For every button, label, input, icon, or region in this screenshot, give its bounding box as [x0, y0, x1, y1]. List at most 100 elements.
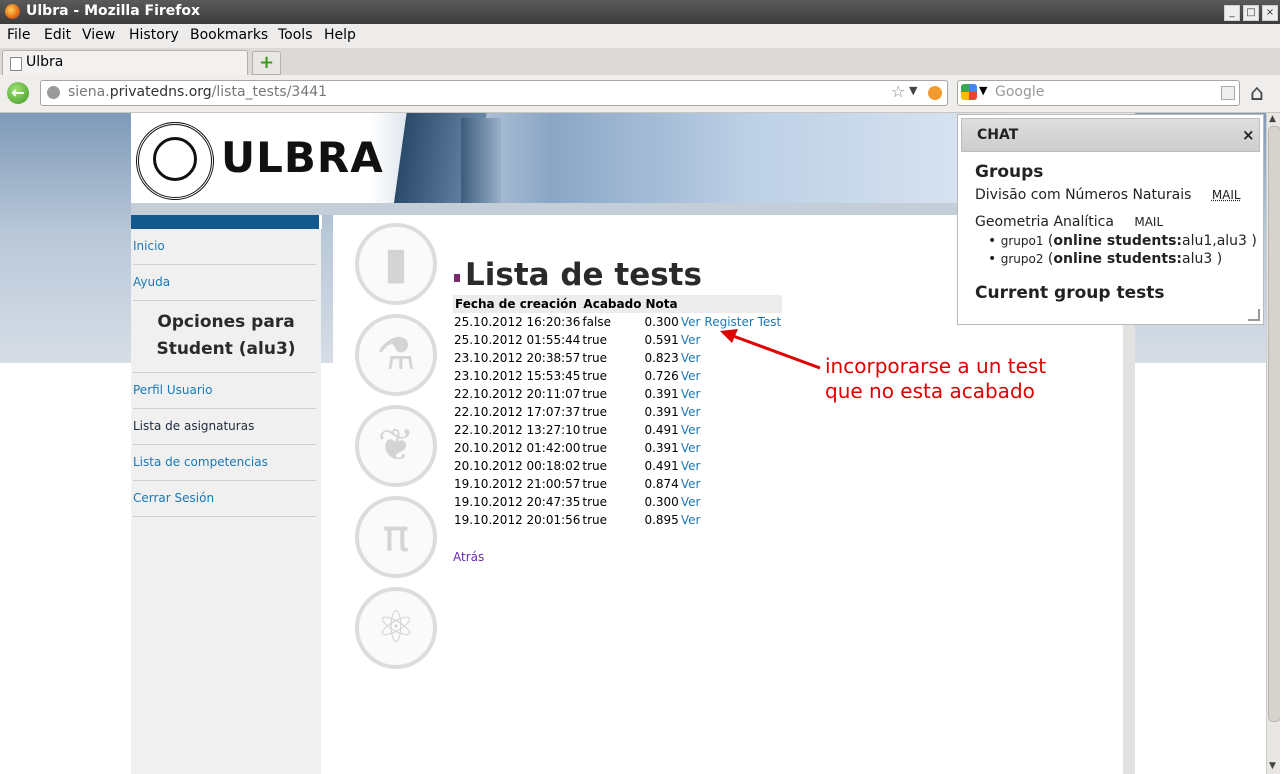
maximize-icon[interactable]: □	[1243, 5, 1259, 21]
menu-file[interactable]: File	[7, 27, 30, 43]
cell-actions: Ver	[680, 385, 782, 403]
cell-fecha: 23.10.2012 20:38:57	[454, 351, 581, 365]
col-fecha: Fecha de creación	[453, 295, 582, 313]
menu-help[interactable]: Help	[324, 27, 356, 43]
scrollbar-thumb[interactable]	[1268, 126, 1280, 722]
cell-nota: 0.491	[644, 459, 679, 473]
back-link[interactable]: Atrás	[453, 550, 484, 564]
chat-subgroup-2-status: online students:	[1053, 251, 1183, 267]
cell-actions: Ver	[680, 439, 782, 457]
sidebar-item-competencias[interactable]: Lista de competencias	[133, 445, 316, 481]
cell-nota: 0.391	[644, 441, 679, 455]
ver-link[interactable]: Ver	[681, 315, 701, 329]
vertical-scrollbar[interactable]: ▲ ▼	[1266, 113, 1280, 774]
cell-fecha: 20.10.2012 00:18:02	[454, 459, 581, 473]
menu-bookmarks[interactable]: Bookmarks	[190, 27, 268, 43]
cell-acabado: true	[582, 387, 608, 401]
cell-actions: Ver	[680, 475, 782, 493]
home-icon[interactable]: ⌂	[1250, 81, 1264, 106]
sidebar-section-line1: Opciones para	[157, 312, 295, 332]
chat-group-1-mail[interactable]: MAIL	[1212, 188, 1241, 202]
chat-group-2-name[interactable]: Geometria Analítica	[975, 214, 1114, 230]
book-icon: ▮	[355, 223, 437, 305]
table-row: 20.10.2012 01:42:00 true 0.391 Ver	[453, 439, 782, 457]
sidebar-item-asignaturas[interactable]: Lista de asignaturas	[133, 409, 316, 445]
feed-icon[interactable]	[928, 86, 942, 100]
url-dropdown-icon[interactable]: ▼	[909, 84, 917, 97]
cell-acabado: true	[582, 441, 608, 455]
resize-grip-icon[interactable]	[1248, 309, 1260, 321]
menu-view[interactable]: View	[82, 27, 115, 43]
ver-link[interactable]: Ver	[681, 333, 701, 347]
firefox-icon	[5, 4, 20, 19]
cell-acabado: true	[582, 513, 608, 527]
ver-link[interactable]: Ver	[681, 513, 701, 527]
cell-nota: 0.391	[644, 405, 679, 419]
window-titlebar: Ulbra - Mozilla Firefox _ □ ×	[0, 0, 1280, 24]
ver-link[interactable]: Ver	[681, 441, 701, 455]
cell-nota: 0.591	[644, 333, 679, 347]
ver-link[interactable]: Ver	[681, 387, 701, 401]
cell-nota: 0.726	[644, 369, 679, 383]
menu-history[interactable]: History	[129, 27, 179, 43]
search-input[interactable]: Google	[995, 84, 1044, 100]
search-engine-dropdown-icon[interactable]: ▼	[979, 84, 987, 97]
minimize-icon[interactable]: _	[1224, 5, 1240, 21]
scroll-up-icon[interactable]: ▲	[1269, 114, 1276, 124]
page-title: Lista de tests	[465, 257, 702, 293]
bookmark-star-icon[interactable]: ☆	[891, 82, 905, 101]
cell-nota: 0.300	[644, 495, 679, 509]
search-bar[interactable]: ▼ Google	[957, 80, 1240, 106]
site-identity-icon[interactable]	[47, 86, 60, 99]
scroll-down-icon[interactable]: ▼	[1269, 761, 1276, 771]
sidebar-item-ayuda[interactable]: Ayuda	[133, 265, 316, 301]
sidebar-item-cerrar-sesion[interactable]: Cerrar Sesión	[133, 481, 316, 517]
chat-group-2-mail[interactable]: MAIL	[1134, 215, 1163, 229]
sidebar-item-perfil[interactable]: Perfil Usuario	[133, 373, 316, 409]
cell-nota: 0.874	[644, 477, 679, 491]
url-bar[interactable]: siena.privatedns.org/lista_tests/3441 ☆ …	[40, 80, 948, 106]
chat-groups-title: Groups	[975, 162, 1044, 182]
ver-link[interactable]: Ver	[681, 423, 701, 437]
annotation-arrow	[720, 329, 821, 370]
pi-icon: π	[355, 496, 437, 578]
annotation-text: incorporarse a un test que no esta acaba…	[825, 354, 1046, 404]
chat-close-icon[interactable]: ×	[1242, 126, 1255, 144]
ver-link[interactable]: Ver	[681, 477, 701, 491]
cell-fecha: 23.10.2012 15:53:45	[454, 369, 581, 383]
menu-edit[interactable]: Edit	[44, 27, 71, 43]
cell-fecha: 22.10.2012 20:11:07	[454, 387, 581, 401]
cell-actions: Ver	[680, 493, 782, 511]
cell-acabado: true	[582, 495, 608, 509]
chat-group-1-name[interactable]: Divisão com Números Naturais	[975, 187, 1191, 203]
cell-nota: 0.300	[644, 315, 679, 329]
menu-tools[interactable]: Tools	[278, 27, 313, 43]
ver-link[interactable]: Ver	[681, 495, 701, 509]
ver-link[interactable]: Ver	[681, 351, 701, 365]
ver-link[interactable]: Ver	[681, 405, 701, 419]
tab-ulbra[interactable]: Ulbra	[2, 50, 248, 76]
chat-header[interactable]: CHAT ×	[961, 118, 1260, 152]
search-icon[interactable]	[1221, 86, 1235, 100]
sidebar-item-inicio[interactable]: Inicio	[133, 229, 316, 265]
col-nota: Nota	[643, 295, 680, 313]
ver-link[interactable]: Ver	[681, 459, 701, 473]
chat-subgroup-2-name[interactable]: grupo2	[1001, 252, 1044, 266]
table-row: 22.10.2012 20:11:07 true 0.391 Ver	[453, 385, 782, 403]
cell-fecha: 22.10.2012 13:27:10	[454, 423, 581, 437]
new-tab-button[interactable]: +	[252, 51, 281, 75]
chat-subgroup-1-name[interactable]: grupo1	[1001, 234, 1044, 248]
back-button[interactable]: ←	[7, 82, 29, 104]
table-header-row: Fecha de creación Acabado Nota	[453, 295, 783, 313]
url-text[interactable]: siena.privatedns.org/lista_tests/3441	[68, 84, 327, 100]
cell-actions: Ver	[680, 421, 782, 439]
table-row: 20.10.2012 00:18:02 true 0.491 Ver	[453, 457, 782, 475]
google-engine-icon[interactable]	[961, 84, 977, 100]
cell-fecha: 19.10.2012 21:00:57	[454, 477, 581, 491]
close-icon[interactable]: ×	[1262, 5, 1278, 21]
cell-acabado: true	[582, 369, 608, 383]
cell-fecha: 25.10.2012 16:20:36	[454, 315, 581, 329]
ver-link[interactable]: Ver	[681, 369, 701, 383]
col-actions	[679, 295, 783, 313]
cell-fecha: 25.10.2012 01:55:44	[454, 333, 581, 347]
